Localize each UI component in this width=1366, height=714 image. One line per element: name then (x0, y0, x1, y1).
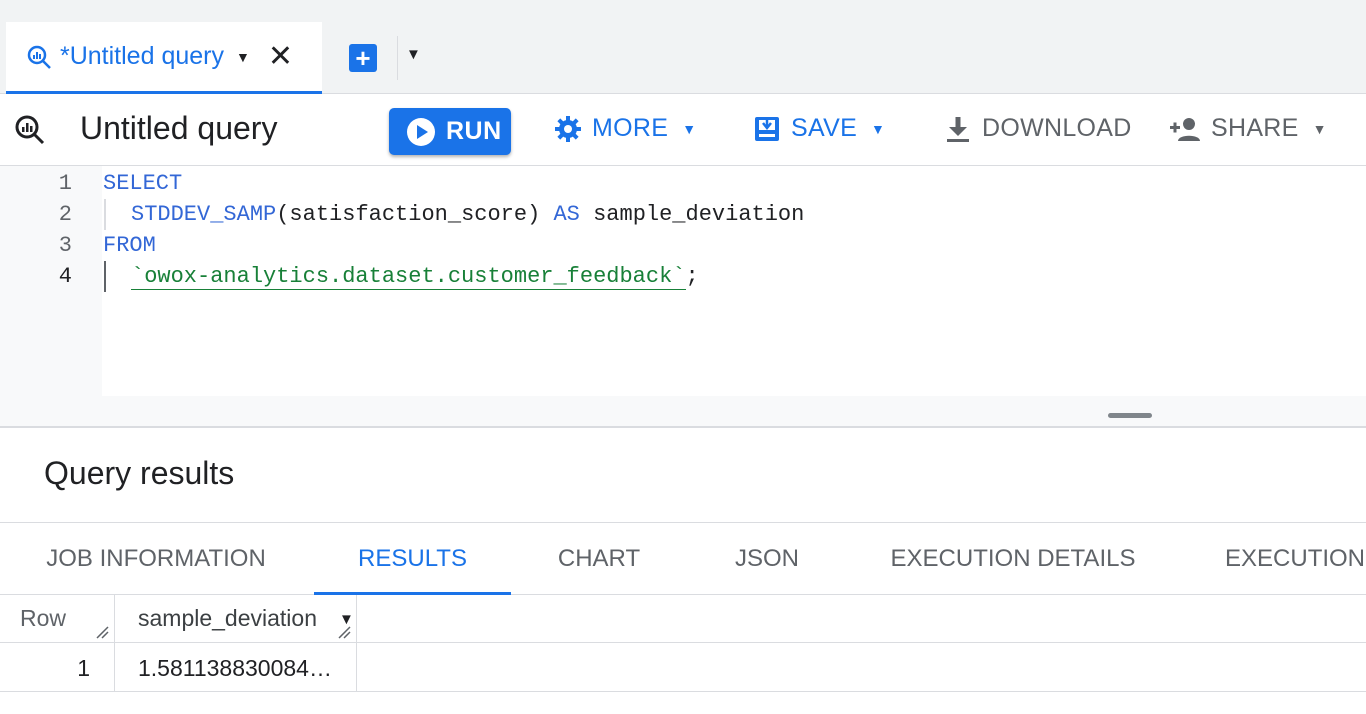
caret-down-icon[interactable]: ▼ (406, 46, 421, 63)
table-row: 1 1.581138830084… (0, 643, 1366, 692)
column-resize-icon[interactable] (95, 625, 109, 639)
tab-results[interactable]: RESULTS (314, 523, 511, 595)
column-resize-icon[interactable] (337, 625, 351, 639)
line-number: 2 (58, 202, 72, 227)
column-header-row: Row (20, 605, 67, 631)
save-label: SAVE (791, 114, 858, 142)
tab-execution-graph[interactable]: EXECUTION (1225, 523, 1366, 595)
run-button[interactable]: RUN (389, 108, 511, 155)
query-tab[interactable]: *Untitled query ▼ ✕ (6, 22, 322, 94)
line-number: 3 (58, 233, 72, 258)
code-line: 1 SELECT (0, 168, 1366, 199)
play-icon (407, 117, 435, 146)
caret-down-icon: ▼ (1312, 120, 1327, 137)
save-button[interactable]: SAVE ▼ (753, 114, 885, 143)
indent-guide (104, 199, 106, 230)
tab-execution-details[interactable]: EXECUTION DETAILS (890, 523, 1136, 595)
line-number: 4 (58, 264, 72, 289)
add-box-icon[interactable]: + (349, 44, 377, 72)
tab-divider (397, 36, 398, 80)
more-label: MORE (592, 114, 669, 142)
caret-down-icon: ▼ (682, 120, 697, 137)
code-text: FROM (103, 233, 156, 258)
editor-resize-handle[interactable] (1108, 413, 1152, 418)
code-line: 4 `owox-analytics.dataset.customer_feedb… (0, 261, 1366, 292)
caret-down-icon: ▼ (871, 120, 886, 137)
code-text: `owox-analytics.dataset.customer_feedbac… (131, 264, 699, 290)
download-button[interactable]: DOWNLOAD (944, 114, 1132, 143)
code-line: 2 STDDEV_SAMP(satisfaction_score) AS sam… (0, 199, 1366, 230)
run-label: RUN (446, 117, 502, 145)
caret-down-icon[interactable]: ▼ (236, 49, 250, 65)
code-text: SELECT (103, 171, 183, 196)
results-title: Query results (44, 455, 235, 491)
sql-editor[interactable]: 1 SELECT 2 STDDEV_SAMP(satisfaction_scor… (0, 166, 1366, 428)
page-title: Untitled query (80, 110, 278, 146)
gear-icon (555, 115, 581, 142)
query-icon (15, 115, 45, 145)
results-tabs: JOB INFORMATION RESULTS CHART JSON EXECU… (0, 522, 1366, 595)
download-label: DOWNLOAD (982, 114, 1132, 142)
row-number: 1 (77, 655, 90, 681)
query-tab-strip: *Untitled query ▼ ✕ + ▼ (0, 0, 1366, 94)
share-label: SHARE (1211, 114, 1299, 142)
download-icon (947, 116, 969, 142)
query-icon (27, 45, 51, 69)
sample-deviation-cell[interactable]: 1.581138830084… (138, 655, 332, 682)
code-text: STDDEV_SAMP(satisfaction_score) AS sampl… (131, 202, 805, 227)
query-toolbar: Untitled query RUN MORE ▼ SAVE ▼ DOWNLOA… (0, 94, 1366, 166)
more-button[interactable]: MORE ▼ (554, 114, 696, 143)
query-tab-label: *Untitled query (60, 42, 224, 70)
close-icon[interactable]: ✕ (268, 41, 293, 72)
tab-chart[interactable]: CHART (556, 523, 642, 595)
table-header: Row sample_deviation ▼ (0, 595, 1366, 643)
code-line: 3 FROM (0, 230, 1366, 261)
cursor-indent-guide (104, 261, 106, 292)
column-header-sample-deviation[interactable]: sample_deviation (138, 605, 317, 632)
tab-json[interactable]: JSON (732, 523, 802, 595)
line-number: 1 (58, 171, 72, 196)
save-icon (755, 116, 779, 141)
tab-job-information[interactable]: JOB INFORMATION (44, 523, 268, 595)
person-add-icon (1170, 117, 1200, 141)
share-button[interactable]: SHARE ▼ (1169, 114, 1327, 143)
